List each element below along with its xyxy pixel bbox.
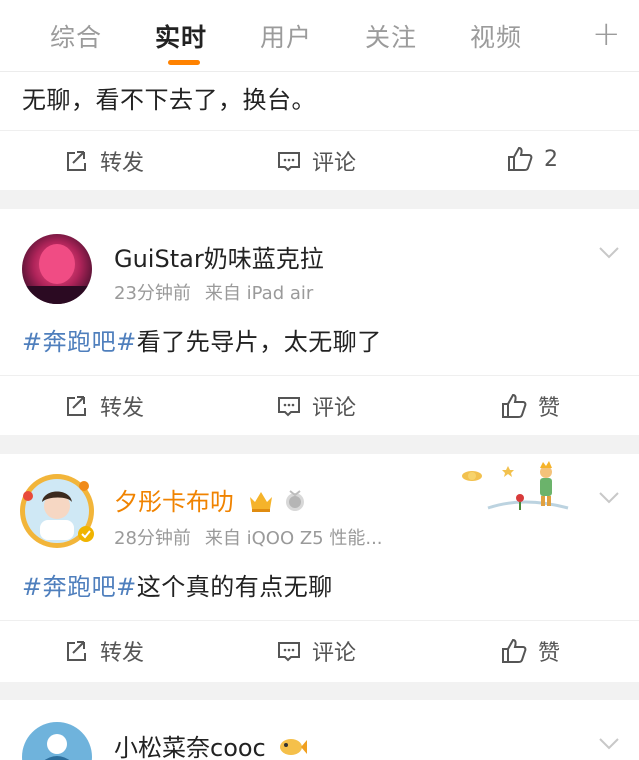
like-count: 2 (544, 146, 558, 172)
thumbs-up-icon (502, 393, 527, 418)
thumbs-up-icon (502, 638, 527, 663)
avatar[interactable] (22, 722, 92, 760)
medal-badge-icon (286, 490, 305, 511)
post-time: 28分钟前 (114, 528, 191, 549)
comment-icon (278, 642, 300, 662)
post-text: #奔跑吧#这个真的有点无聊 (22, 567, 333, 602)
topic-tag[interactable]: #奔跑吧# (22, 573, 137, 601)
tab-users[interactable]: 用户 (260, 18, 312, 54)
like-button[interactable]: 赞 (500, 390, 560, 422)
card-decoration-illustration (462, 461, 569, 510)
post-card: 无聊，看不下去了，换台。 转发 评论 2 (0, 72, 639, 190)
repost-label: 转发 (100, 641, 145, 666)
post-text: 无聊，看不下去了，换台。 (22, 86, 316, 114)
user-name[interactable]: 夕彤卡布叻 (114, 482, 307, 517)
post-meta: 28分钟前 来自 iQOO Z5 性能... (114, 524, 383, 550)
comment-icon (278, 397, 300, 417)
fish-emoji-icon (280, 739, 308, 755)
repost-icon (67, 396, 86, 416)
chevron-down-icon[interactable] (596, 730, 622, 756)
repost-icon (67, 151, 86, 171)
avatar[interactable] (20, 474, 94, 548)
repost-label: 转发 (100, 151, 145, 176)
post-card: 夕彤卡布叻 28分钟前 来自 iQOO Z5 性能... #奔跑吧#这个真的有点无… (0, 454, 639, 682)
comment-button[interactable]: 评论 (276, 145, 356, 177)
comment-button[interactable]: 评论 (276, 390, 356, 422)
user-name[interactable]: 小松菜奈cooc (114, 728, 308, 760)
tab-realtime[interactable]: 实时 (155, 18, 207, 54)
topic-tag[interactable]: #奔跑吧# (22, 328, 137, 356)
comment-icon (278, 152, 300, 172)
comment-label: 评论 (312, 641, 357, 666)
post-source: 来自 iQOO Z5 性能... (204, 528, 383, 549)
post-time: 23分钟前 (114, 283, 191, 304)
user-name-text: 夕彤卡布叻 (114, 488, 234, 516)
post-card: GuiStar奶味蓝克拉 23分钟前 来自 iPad air #奔跑吧#看了先导片… (0, 209, 639, 435)
like-label: 赞 (538, 641, 561, 666)
post-actions: 转发 评论 赞 (0, 620, 639, 680)
post-actions: 转发 评论 赞 (0, 375, 639, 435)
crown-badge-icon (249, 492, 272, 512)
post-body: 这个真的有点无聊 (136, 573, 333, 601)
chevron-down-icon[interactable] (596, 239, 622, 265)
repost-button[interactable]: 转发 (64, 145, 144, 177)
active-tab-indicator (168, 60, 200, 65)
add-tab-button[interactable]: + (592, 14, 621, 54)
comment-label: 评论 (312, 151, 357, 176)
post-card: 小松菜奈cooc (0, 700, 639, 760)
post-actions: 转发 评论 2 (0, 130, 639, 190)
tab-following[interactable]: 关注 (365, 18, 417, 54)
post-text: #奔跑吧#看了先导片，太无聊了 (22, 322, 382, 357)
tab-video[interactable]: 视频 (470, 18, 522, 54)
user-name[interactable]: GuiStar奶味蓝克拉 (114, 239, 324, 274)
like-button[interactable]: 赞 (500, 635, 560, 667)
repost-button[interactable]: 转发 (64, 635, 144, 667)
chevron-down-icon[interactable] (596, 484, 622, 510)
repost-button[interactable]: 转发 (64, 390, 144, 422)
post-source: 来自 iPad air (204, 283, 314, 304)
avatar[interactable] (22, 234, 92, 304)
user-name-text: 小松菜奈cooc (114, 734, 266, 760)
repost-icon (67, 641, 86, 661)
like-label: 赞 (538, 396, 561, 421)
top-tab-bar: 综合 实时 用户 关注 视频 + (0, 0, 639, 72)
like-button[interactable]: 2 (506, 145, 558, 173)
thumbs-up-icon (508, 146, 533, 171)
post-meta: 23分钟前 来自 iPad air (114, 279, 313, 305)
comment-label: 评论 (312, 396, 357, 421)
comment-button[interactable]: 评论 (276, 635, 356, 667)
post-body: 看了先导片，太无聊了 (136, 328, 382, 356)
tab-comprehensive[interactable]: 综合 (50, 18, 102, 54)
repost-label: 转发 (100, 396, 145, 421)
